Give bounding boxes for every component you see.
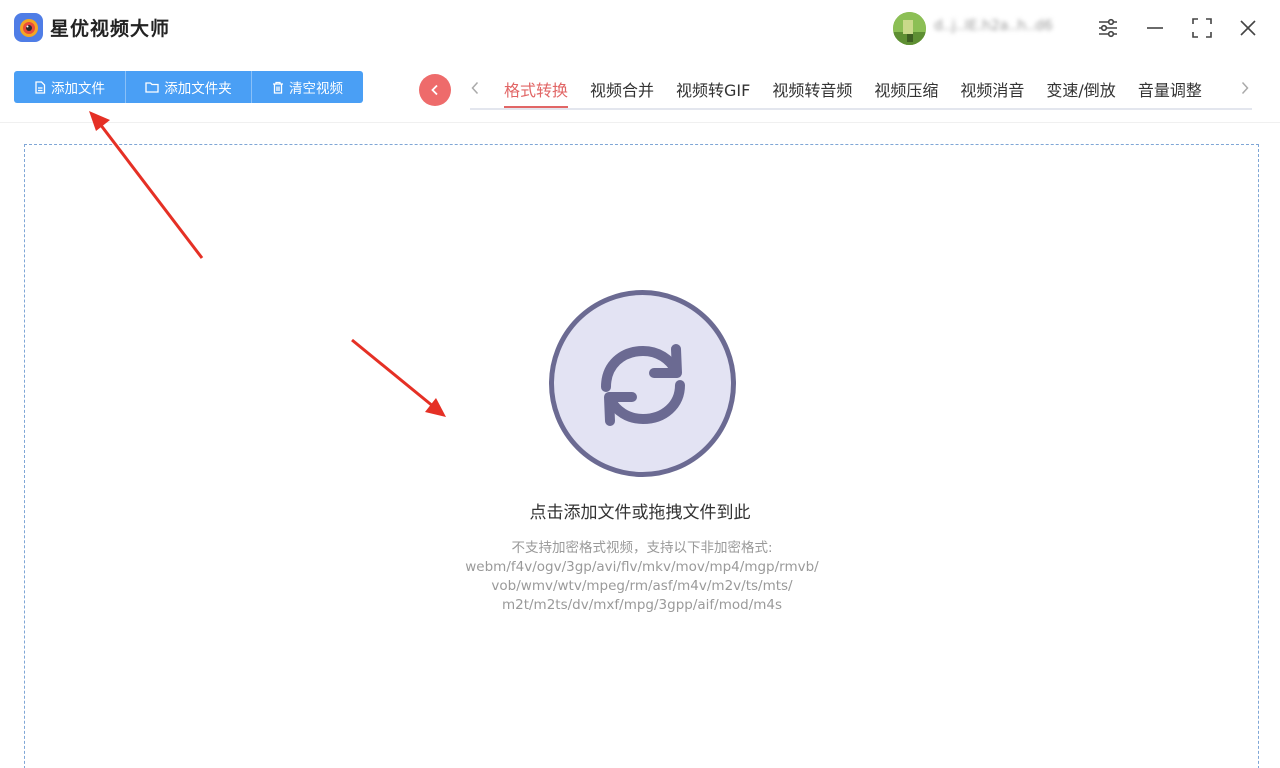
supported-formats: 不支持加密格式视频，支持以下非加密格式: webm/f4v/ogv/3gp/av…: [400, 539, 884, 615]
tab-video-to-audio[interactable]: 视频转音频: [761, 70, 863, 108]
tabs-scroll-right[interactable]: [1237, 78, 1253, 100]
tabs-underline: [470, 108, 1252, 110]
tab-video-compress[interactable]: 视频压缩: [863, 70, 949, 108]
add-folder-label: 添加文件夹: [164, 81, 232, 97]
maximize-icon[interactable]: [1188, 14, 1216, 42]
app-title: 星优视频大师: [50, 18, 171, 40]
add-file-button[interactable]: 添加文件: [14, 71, 126, 103]
folder-icon: [145, 81, 159, 93]
minimize-icon[interactable]: [1141, 14, 1169, 42]
trash-icon: [272, 81, 284, 94]
add-file-label: 添加文件: [51, 81, 105, 97]
app-window: 星优视频大师 d..j..IE.h2a..h..d6 添加文件 添加文件夹 清空…: [0, 0, 1280, 768]
refresh-arrows-icon[interactable]: [549, 290, 736, 477]
tab-video-to-gif[interactable]: 视频转GIF: [665, 70, 761, 108]
tab-label: 格式转换: [504, 81, 569, 100]
tab-label: 音量调整: [1137, 81, 1202, 100]
formats-line: webm/f4v/ogv/3gp/avi/flv/mkv/mov/mp4/mgp…: [465, 559, 819, 575]
tab-label: 视频消音: [960, 81, 1025, 100]
close-icon[interactable]: [1234, 14, 1262, 42]
collapse-button[interactable]: [419, 74, 451, 106]
tab-video-merge[interactable]: 视频合并: [579, 70, 665, 108]
tab-label: 视频合并: [590, 81, 655, 100]
tab-label: 视频转音频: [772, 81, 853, 100]
file-button-group: 添加文件 添加文件夹 清空视频: [14, 71, 363, 103]
tab-label: 视频转GIF: [676, 81, 751, 100]
formats-line: m2t/m2ts/dv/mxf/mpg/3gpp/aif/mod/m4s: [501, 597, 783, 613]
chevron-right-icon: [1241, 79, 1249, 100]
add-folder-button[interactable]: 添加文件夹: [126, 71, 252, 103]
drop-hint-text: 点击添加文件或拖拽文件到此: [529, 503, 751, 523]
username[interactable]: d..j..IE.h2a..h..d6: [934, 18, 1072, 36]
camera-lens-icon: [14, 13, 43, 42]
tabs-scroll-left[interactable]: [467, 78, 483, 100]
clear-videos-label: 清空视频: [289, 81, 343, 97]
tab-format-convert[interactable]: 格式转换: [490, 70, 579, 108]
formats-line: 不支持加密格式视频，支持以下非加密格式:: [511, 540, 773, 556]
formats-line: vob/wmv/wtv/mpeg/rm/asf/m4v/m2v/ts/mts/: [491, 578, 793, 594]
title-bar: 星优视频大师 d..j..IE.h2a..h..d6: [0, 0, 1280, 58]
toolbar-divider: [0, 122, 1280, 123]
sliders-icon[interactable]: [1094, 14, 1122, 42]
clear-videos-button[interactable]: 清空视频: [252, 71, 363, 103]
feature-tabs: 格式转换 视频合并 视频转GIF 视频转音频 视频压缩 视频消音 变速/倒放 音…: [490, 70, 1213, 110]
avatar[interactable]: [893, 12, 926, 45]
chevron-left-icon: [430, 81, 440, 100]
tab-label: 变速/倒放: [1046, 81, 1116, 100]
tab-video-mute[interactable]: 视频消音: [949, 70, 1035, 108]
tab-label: 视频压缩: [874, 81, 939, 100]
tab-volume-adjust[interactable]: 音量调整: [1127, 70, 1213, 108]
chevron-left-icon: [471, 79, 479, 100]
file-icon: [34, 80, 46, 94]
tab-speed-reverse[interactable]: 变速/倒放: [1035, 70, 1126, 108]
